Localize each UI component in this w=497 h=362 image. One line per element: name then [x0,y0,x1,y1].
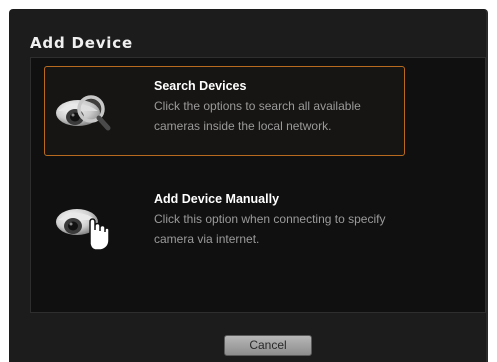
option-description: Click this option when connecting to spe… [154,212,386,246]
add-device-dialog: Add Device Search Devices Click the opti… [9,9,488,362]
dialog-title: Add Device [30,34,133,52]
search-devices-option[interactable]: Search Devices Click the options to sear… [44,66,405,156]
option-title: Add Device Manually [154,192,280,206]
cancel-button[interactable]: Cancel [224,335,312,356]
option-description: Click the options to search all availabl… [154,99,361,133]
camera-search-icon [56,95,111,131]
add-device-manually-option[interactable]: Add Device Manually Click this option wh… [44,179,405,269]
camera-hand-icon [56,209,110,251]
option-title: Search Devices [154,79,247,93]
